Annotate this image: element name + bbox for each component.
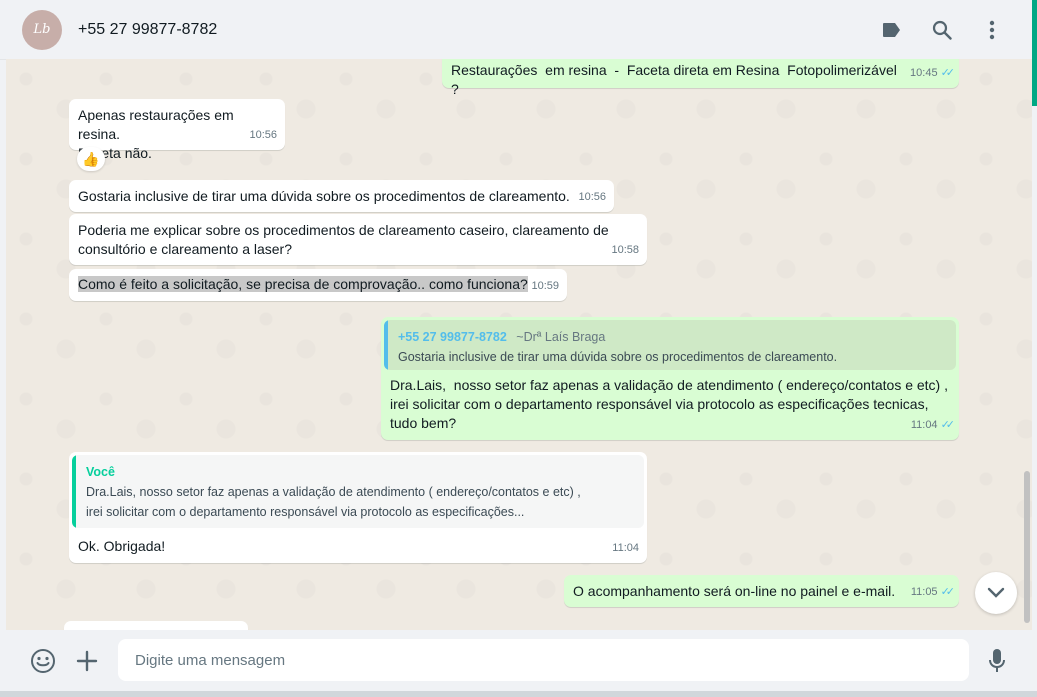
composer: Digite uma mensagem bbox=[6, 630, 1032, 691]
message-text: Como é feito a solicitação, se precisa d… bbox=[78, 276, 528, 292]
message-text: Gostaria inclusive de tirar uma dúvida s… bbox=[78, 188, 570, 204]
quote-author: Você bbox=[86, 465, 115, 479]
message-outgoing[interactable]: O acompanhamento será on-line no painel … bbox=[564, 575, 959, 607]
search-icon[interactable] bbox=[928, 16, 956, 44]
message-input-placeholder: Digite uma mensagem bbox=[135, 651, 286, 669]
chat-header: Lb +55 27 99877-8782 bbox=[0, 0, 1032, 60]
message-list[interactable]: Restaurações em resina - Faceta direta e… bbox=[6, 59, 1032, 630]
quote-author-note: ~Drª Laís Braga bbox=[516, 330, 606, 344]
quoted-message[interactable]: +55 27 99877-8782 ~Drª Laís Braga Gostar… bbox=[384, 320, 956, 370]
thumbs-up-icon: 👍 bbox=[82, 150, 100, 167]
message-meta: 11:05 ✓✓ bbox=[910, 583, 956, 602]
message-meta: 11:04 ✓✓ bbox=[910, 416, 956, 435]
reaction-badge[interactable]: 👍 bbox=[77, 147, 105, 171]
scrollbar-thumb[interactable] bbox=[1024, 471, 1030, 623]
message-time: 10:56 bbox=[578, 191, 606, 203]
quote-text: Gostaria inclusive de tirar uma dúvida s… bbox=[398, 350, 838, 364]
message-incoming[interactable]: Como é feito a solicitação, se precisa d… bbox=[69, 269, 567, 301]
message-time: 10:59 bbox=[531, 280, 559, 292]
scrollbar[interactable] bbox=[1024, 59, 1030, 630]
message-time: 11:05 bbox=[910, 586, 938, 598]
message-time: 11:04 bbox=[612, 542, 639, 554]
window-edge bbox=[1032, 106, 1037, 697]
contact-name[interactable]: +55 27 99877-8782 bbox=[78, 21, 217, 39]
chevron-down-icon bbox=[987, 587, 1005, 598]
avatar[interactable]: Lb bbox=[22, 9, 62, 50]
attach-icon[interactable] bbox=[71, 645, 103, 677]
read-receipt-icon: ✓✓ bbox=[940, 67, 956, 79]
quoted-message[interactable]: Você Dra.Lais, nosso setor faz apenas a … bbox=[72, 455, 644, 528]
message-time: 11:04 bbox=[910, 419, 938, 431]
message-input[interactable]: Digite uma mensagem bbox=[118, 639, 969, 681]
message-time: 10:45 bbox=[910, 67, 938, 79]
menu-icon[interactable] bbox=[978, 16, 1006, 44]
message-incoming[interactable] bbox=[64, 621, 248, 630]
message-text: O acompanhamento será on-line no painel … bbox=[573, 583, 896, 599]
label-icon[interactable] bbox=[878, 16, 906, 44]
read-receipt-icon: ✓✓ bbox=[940, 586, 956, 598]
quote-bar bbox=[384, 320, 388, 370]
message-text: Ok. Obrigada! bbox=[78, 538, 166, 554]
message-text: Poderia me explicar sobre os procediment… bbox=[78, 222, 613, 257]
message-incoming[interactable]: Você Dra.Lais, nosso setor faz apenas a … bbox=[69, 452, 647, 563]
emoji-icon[interactable] bbox=[27, 645, 59, 677]
header-actions bbox=[878, 16, 1006, 44]
quote-bar bbox=[72, 455, 76, 528]
quote-author: +55 27 99877-8782 bbox=[398, 330, 507, 344]
message-text: Restaurações em resina - Faceta direta e… bbox=[451, 62, 901, 97]
message-incoming[interactable]: Poderia me explicar sobre os procediment… bbox=[69, 214, 647, 265]
message-incoming[interactable]: Apenas restaurações em resina. Faceta nã… bbox=[69, 99, 285, 161]
message-text: Dra.Lais, nosso setor faz apenas a valid… bbox=[390, 377, 952, 431]
scroll-to-bottom-button[interactable] bbox=[975, 572, 1017, 614]
quote-text: Dra.Lais, nosso setor faz apenas a valid… bbox=[86, 485, 581, 519]
message-incoming[interactable]: Gostaria inclusive de tirar uma dúvida s… bbox=[69, 180, 614, 212]
message-meta: 10:45 ✓✓ bbox=[910, 64, 956, 83]
accent-strip bbox=[1032, 0, 1037, 106]
message-outgoing[interactable]: +55 27 99877-8782 ~Drª Laís Braga Gostar… bbox=[381, 317, 959, 440]
message-time: 10:56 bbox=[249, 129, 277, 141]
window-bottom-edge bbox=[0, 691, 1037, 697]
microphone-icon[interactable] bbox=[981, 645, 1013, 677]
message-time: 10:58 bbox=[611, 244, 639, 256]
read-receipt-icon: ✓✓ bbox=[940, 419, 956, 431]
message-outgoing[interactable]: Restaurações em resina - Faceta direta e… bbox=[442, 59, 959, 97]
